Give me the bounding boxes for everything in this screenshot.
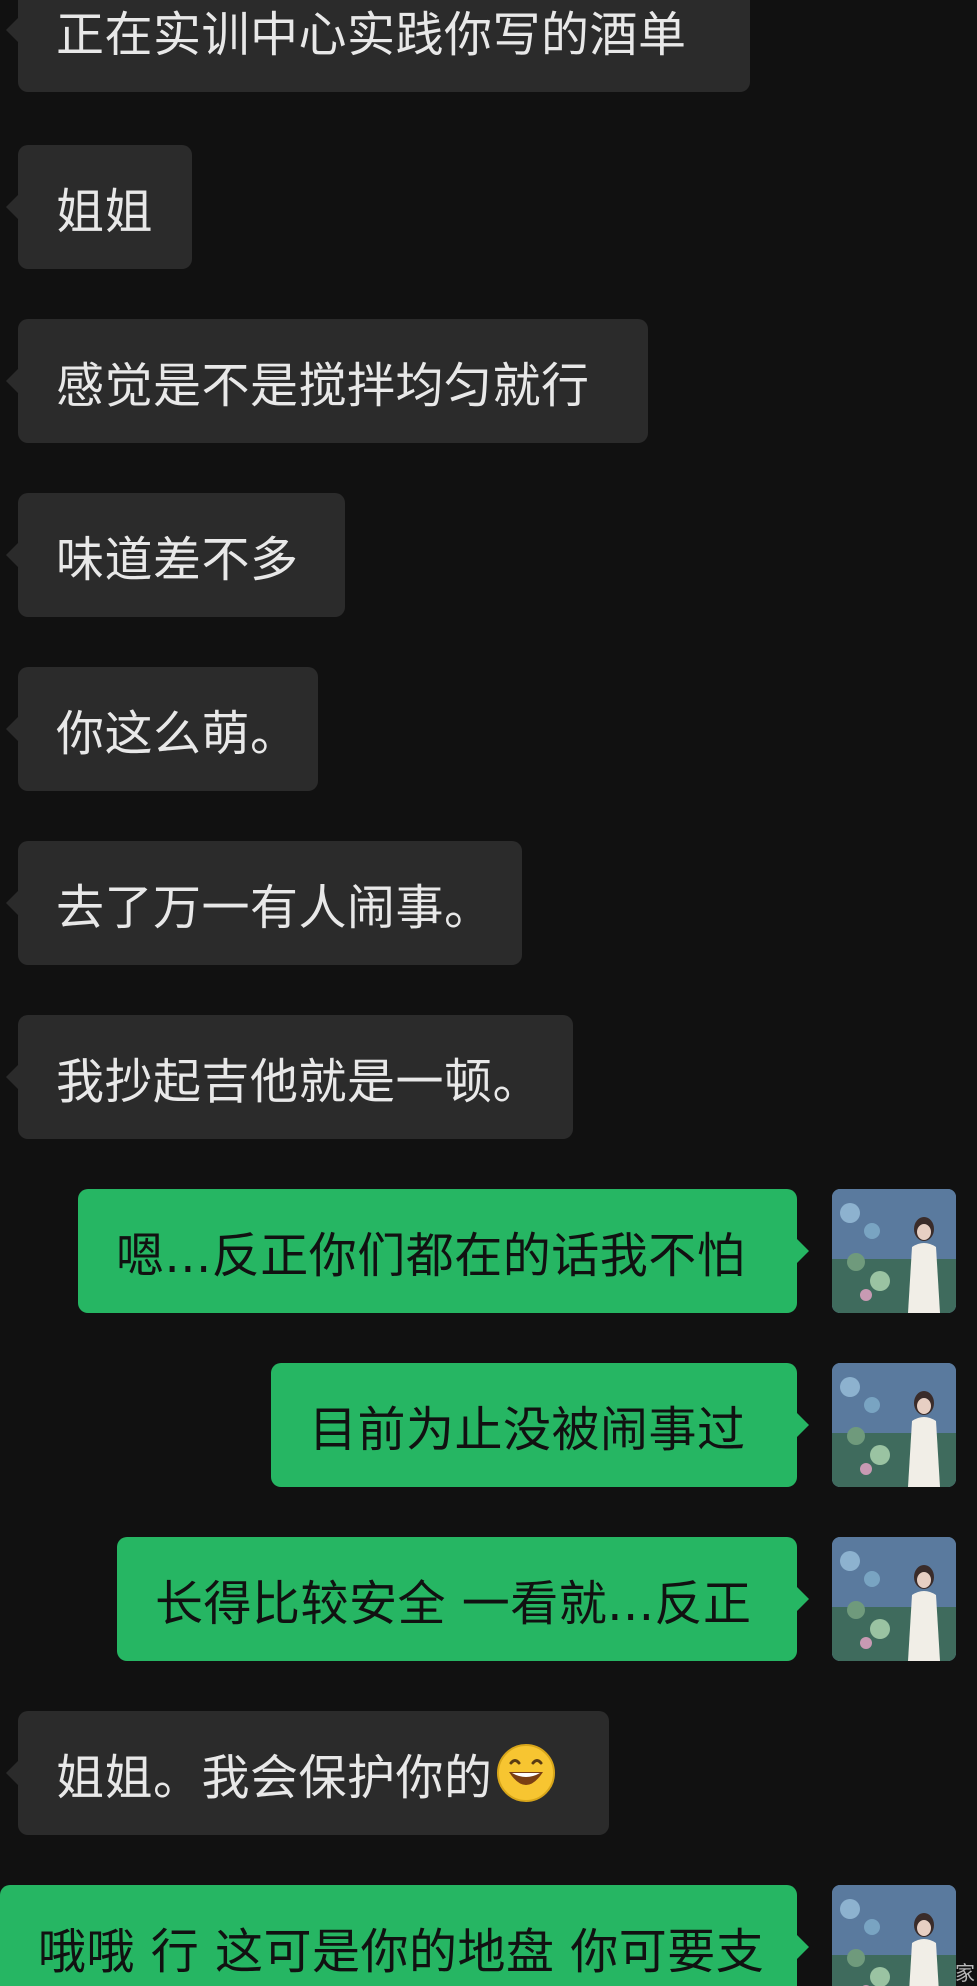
user-avatar[interactable]	[832, 1189, 956, 1313]
message-text: 感觉是不是搅拌均匀就行	[56, 358, 590, 414]
message-row: 长得比较安全 一看就...反正	[0, 1537, 977, 1661]
message-row: 哦哦 行 这可是你的地盘 你可要支	[0, 1885, 977, 1986]
message-text: 姐姐	[56, 184, 154, 240]
user-avatar[interactable]	[832, 1885, 956, 1986]
incoming-message-bubble[interactable]: 感觉是不是搅拌均匀就行	[6, 319, 648, 443]
grinning-face-emoji-icon	[495, 1742, 557, 1804]
message-text: 哦哦 行 这可是你的地盘 你可要支	[38, 1924, 765, 1980]
message-row: 姐姐	[0, 145, 977, 269]
outgoing-message-bubble[interactable]: 目前为止没被闹事过	[271, 1363, 809, 1487]
message-text: 正在实训中心实践你写的酒单	[56, 7, 687, 63]
message-text: 味道差不多	[56, 532, 299, 588]
message-row: 你这么萌。	[0, 667, 977, 791]
incoming-message-bubble[interactable]: 去了万一有人闹事。	[6, 841, 522, 965]
message-row: 感觉是不是搅拌均匀就行	[0, 319, 977, 443]
message-row: 姐姐。我会保护你的	[0, 1711, 977, 1835]
message-row: 我抄起吉他就是一顿。	[0, 1015, 977, 1139]
message-text: 目前为止没被闹事过	[309, 1402, 746, 1458]
message-text: 你这么萌。	[56, 706, 299, 762]
message-text: 姐姐。我会保护你的	[56, 1750, 493, 1806]
user-avatar[interactable]	[832, 1363, 956, 1487]
incoming-message-bubble[interactable]: 姐姐	[6, 145, 192, 269]
message-row: 嗯...反正你们都在的话我不怕	[0, 1189, 977, 1313]
user-avatar[interactable]	[832, 1537, 956, 1661]
partial-watermark-text: 家	[955, 1961, 975, 1985]
chat-conversation: 正在实训中心实践你写的酒单 姐姐 感觉是不是搅拌均匀就行 味道差不多 你这么萌。…	[0, 0, 977, 1986]
message-row: 目前为止没被闹事过	[0, 1363, 977, 1487]
incoming-message-bubble[interactable]: 你这么萌。	[6, 667, 318, 791]
outgoing-message-bubble[interactable]: 哦哦 行 这可是你的地盘 你可要支	[0, 1885, 809, 1986]
outgoing-message-bubble[interactable]: 长得比较安全 一看就...反正	[117, 1537, 809, 1661]
incoming-message-bubble[interactable]: 味道差不多	[6, 493, 345, 617]
message-row: 去了万一有人闹事。	[0, 841, 977, 965]
message-row: 味道差不多	[0, 493, 977, 617]
message-text: 嗯...反正你们都在的话我不怕	[116, 1228, 746, 1284]
outgoing-message-bubble[interactable]: 嗯...反正你们都在的话我不怕	[78, 1189, 809, 1313]
message-text: 长得比较安全 一看就...反正	[155, 1576, 752, 1632]
incoming-message-bubble[interactable]: 我抄起吉他就是一顿。	[6, 1015, 573, 1139]
incoming-message-bubble[interactable]: 正在实训中心实践你写的酒单	[6, 0, 750, 92]
incoming-message-bubble[interactable]: 姐姐。我会保护你的	[6, 1711, 609, 1835]
message-text: 去了万一有人闹事。	[56, 880, 493, 936]
message-text: 我抄起吉他就是一顿。	[56, 1054, 542, 1110]
message-row: 正在实训中心实践你写的酒单	[0, 0, 977, 92]
